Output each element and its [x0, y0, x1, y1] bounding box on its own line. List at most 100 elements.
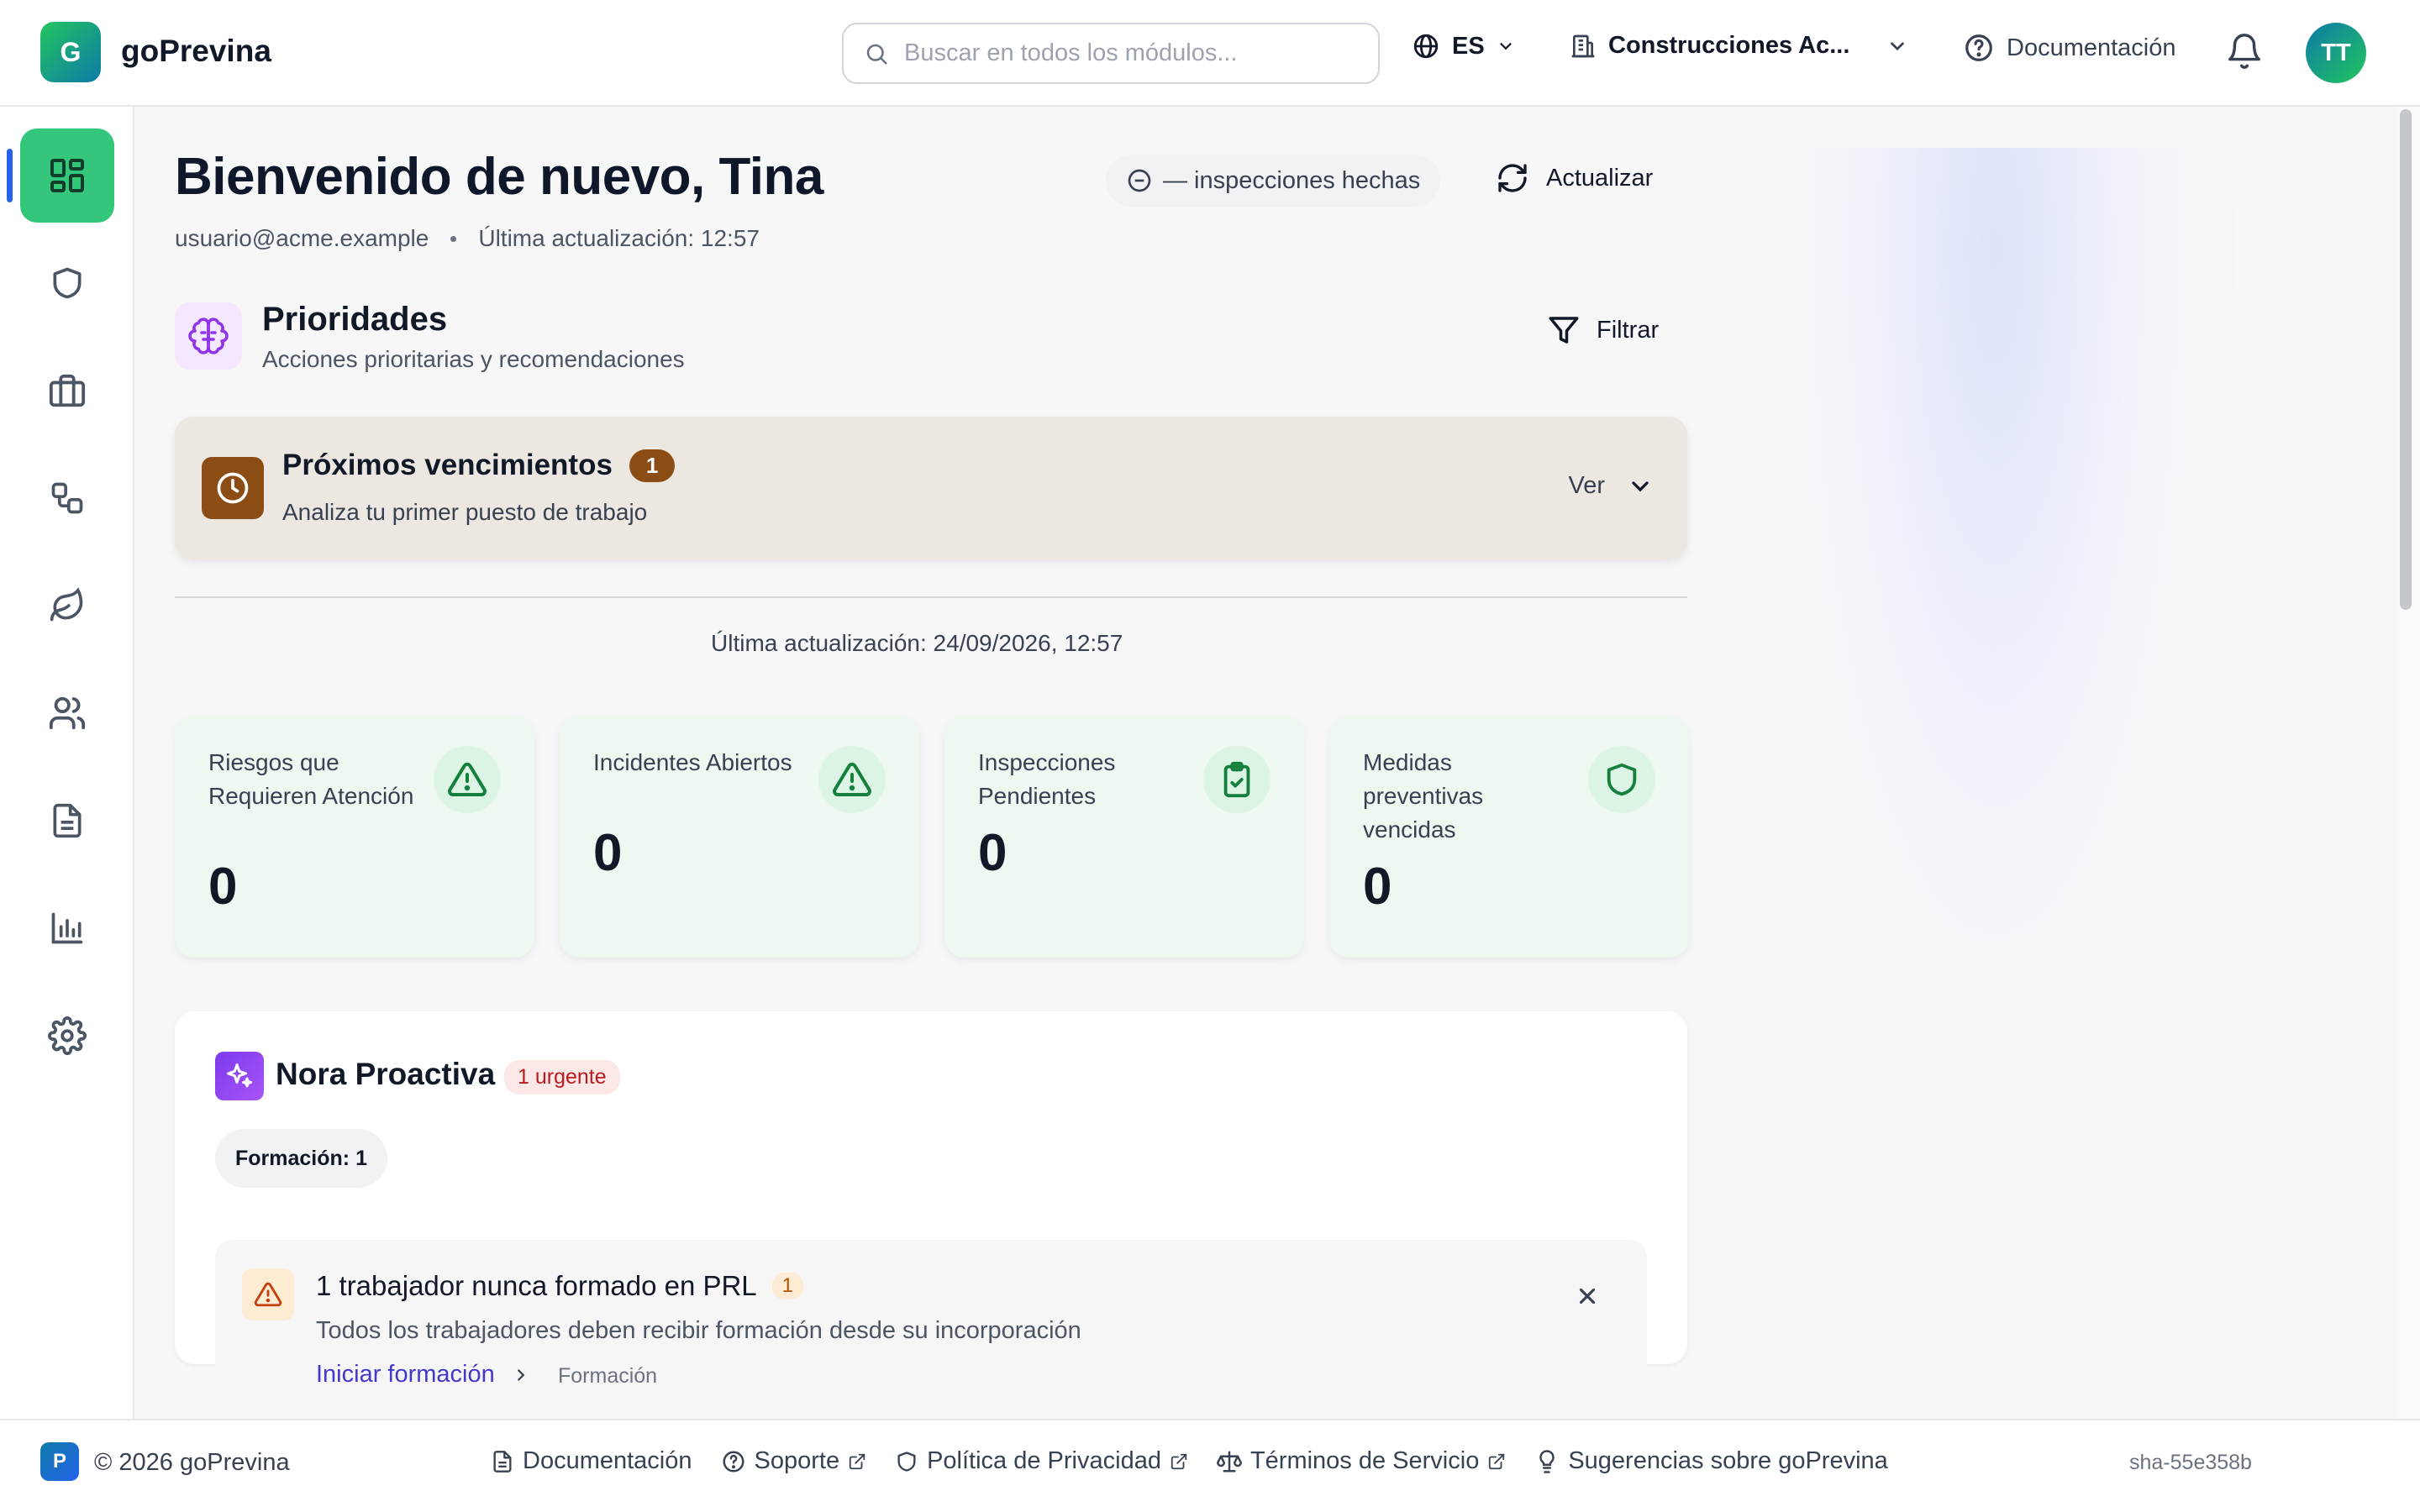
shield-icon [1588, 746, 1655, 813]
external-link-icon [1487, 1452, 1506, 1471]
company-selector[interactable]: Construcciones Ac... [1570, 32, 1908, 60]
upcoming-deadlines-subtitle: Analiza tu primer puesto de trabajo [282, 499, 648, 525]
documentation-link[interactable]: Documentación [1963, 32, 2176, 64]
start-training-label: Iniciar formación [316, 1361, 495, 1388]
help-circle-icon [1963, 32, 1995, 64]
footer-privacy-link[interactable]: Política de Privacidad [895, 1447, 1188, 1475]
view-toggle-button[interactable]: Ver [1568, 472, 1654, 500]
document-icon [49, 802, 86, 839]
sidebar-item-jobs[interactable] [20, 344, 114, 438]
footer-suggestions-link[interactable]: Sugerencias sobre goPrevina [1534, 1447, 1888, 1475]
sidebar-item-workers[interactable] [20, 666, 114, 760]
chevron-down-icon [1627, 473, 1654, 500]
footer-suggestions-label: Sugerencias sobre goPrevina [1568, 1447, 1888, 1474]
refresh-icon [1496, 161, 1529, 195]
minus-circle-icon [1126, 167, 1153, 194]
footer-logo-letter: P [52, 1450, 66, 1473]
notifications-bell-icon[interactable] [2225, 32, 2264, 71]
user-avatar[interactable]: TT [2306, 23, 2366, 83]
filter-chip-training[interactable]: Formación: 1 [215, 1129, 387, 1188]
language-label: ES [1452, 32, 1485, 60]
footer-links: Documentación Soporte Política de Privac… [491, 1447, 1888, 1475]
documentation-label: Documentación [2007, 34, 2176, 61]
document-icon [491, 1450, 514, 1473]
chart-icon [49, 910, 86, 947]
recommendation-title: 1 trabajador nunca formado en PRL [316, 1270, 757, 1301]
page-title: Bienvenido de nuevo, Tina [175, 148, 823, 206]
footer-support-label: Soporte [754, 1447, 840, 1474]
stat-card-risks[interactable]: Riesgos que Requieren Atención 0 [175, 716, 534, 958]
search-box[interactable] [842, 23, 1380, 84]
stat-card-inspections[interactable]: Inspecciones Pendientes 0 [944, 716, 1304, 958]
footer-docs-link[interactable]: Documentación [491, 1447, 692, 1475]
help-circle-icon [721, 1449, 746, 1474]
background-glow [1756, 148, 2235, 1156]
stat-value: 0 [208, 858, 238, 916]
stat-card-preventive[interactable]: Medidas preventivas vencidas 0 [1329, 716, 1689, 958]
chevron-right-icon [512, 1366, 530, 1384]
nora-title: Nora Proactiva [276, 1057, 496, 1091]
warning-icon [818, 746, 886, 813]
users-icon [48, 694, 87, 732]
lightbulb-icon [1534, 1449, 1560, 1474]
upcoming-deadlines-card[interactable]: Próximos vencimientos 1 Analiza tu prime… [175, 417, 1687, 559]
sidebar-item-processes[interactable] [20, 451, 114, 545]
footer-docs-label: Documentación [523, 1447, 692, 1474]
sidebar-item-security[interactable] [20, 236, 114, 330]
briefcase-icon [48, 371, 87, 410]
search-icon [864, 41, 889, 66]
footer: P © 2026 goPrevina Documentación Soporte… [0, 1419, 2420, 1512]
close-icon[interactable] [1575, 1284, 1600, 1309]
shield-icon [49, 265, 86, 302]
sidebar-item-documents[interactable] [20, 774, 114, 868]
sidebar-item-dashboard[interactable] [20, 129, 114, 223]
stat-label: Medidas preventivas vencidas [1363, 749, 1484, 843]
stat-value: 0 [593, 824, 623, 882]
stat-value: 0 [978, 824, 1007, 882]
footer-privacy-label: Política de Privacidad [927, 1447, 1161, 1474]
active-indicator [7, 149, 13, 202]
build-sha: sha-55e358b [2129, 1451, 2252, 1474]
filter-icon [1546, 312, 1581, 348]
sidebar-item-reports[interactable] [20, 881, 114, 975]
search-input[interactable] [904, 39, 1358, 67]
workflow-icon [49, 480, 86, 517]
scrollbar-thumb[interactable] [2400, 109, 2412, 610]
brain-icon [175, 302, 242, 370]
company-label: Construcciones Ac... [1608, 32, 1850, 59]
app-logo[interactable]: G [40, 22, 101, 82]
inspections-done-pill: — inspecciones hechas [1106, 155, 1441, 207]
footer-terms-link[interactable]: Términos de Servicio [1216, 1447, 1506, 1475]
footer-logo: P [40, 1442, 79, 1481]
top-bar: G goPrevina ES Construcciones Ac... Docu… [0, 0, 2420, 107]
copyright: © 2026 goPrevina [94, 1449, 290, 1476]
external-link-icon [848, 1452, 866, 1471]
category-tag: Formación [558, 1364, 658, 1388]
refresh-button[interactable]: Actualizar [1496, 161, 1653, 195]
refresh-label: Actualizar [1546, 164, 1654, 192]
language-selector[interactable]: ES [1412, 32, 1515, 60]
clipboard-check-icon [1203, 746, 1270, 813]
start-training-link[interactable]: Iniciar formación [316, 1361, 530, 1389]
footer-terms-label: Términos de Servicio [1249, 1447, 1480, 1474]
leaf-icon [49, 587, 86, 624]
filter-button[interactable]: Filtrar [1546, 312, 1659, 348]
stat-value: 0 [1363, 858, 1392, 916]
brand-name[interactable]: goPrevina [121, 34, 271, 69]
sidebar-item-settings[interactable] [20, 989, 114, 1083]
user-meta: usuario@acme.example Última actualizació… [175, 225, 760, 252]
settings-icon [48, 1016, 87, 1055]
user-email: usuario@acme.example [175, 225, 429, 251]
upcoming-deadlines-heading: Próximos vencimientos 1 [282, 449, 676, 482]
sidebar-item-environment[interactable] [20, 559, 114, 653]
last-update-full: Última actualización: 24/09/2026, 12:57 [711, 630, 1123, 656]
inspections-done-label: — inspecciones hechas [1163, 166, 1421, 194]
clock-icon [202, 457, 264, 519]
warning-icon [434, 746, 501, 813]
upcoming-deadlines-title: Próximos vencimientos [282, 449, 613, 481]
scale-icon [1216, 1449, 1242, 1474]
stat-card-incidents[interactable]: Incidentes Abiertos 0 [560, 716, 919, 958]
separator-dot [450, 235, 457, 242]
dashboard-icon [47, 155, 87, 196]
footer-support-link[interactable]: Soporte [721, 1447, 867, 1475]
